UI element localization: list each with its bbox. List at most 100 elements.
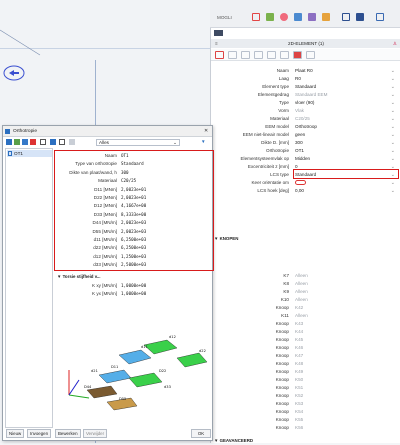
highlight-icon[interactable] — [293, 51, 302, 59]
property-value[interactable]: Vlak — [295, 107, 304, 115]
section-torsie[interactable]: ▼ Torsie stijfheid v... — [57, 273, 100, 281]
panel-icon[interactable] — [342, 13, 350, 21]
knoop-value[interactable]: Alleen — [295, 296, 308, 304]
property-value[interactable]: C20/25 — [295, 115, 310, 123]
knoop-value[interactable]: Alleen — [295, 288, 308, 296]
knoop-row[interactable]: Knoop K48 — [211, 360, 400, 368]
undo-icon[interactable] — [40, 139, 46, 145]
property-value[interactable]: Plaat R0 — [295, 67, 313, 75]
chevron-down-icon[interactable]: ⌄ — [391, 107, 395, 115]
display-icon[interactable] — [308, 13, 316, 21]
ok-button[interactable]: OK — [191, 429, 211, 438]
property-row[interactable]: Element type Standaard ⌄ — [211, 83, 400, 91]
property-row[interactable]: Elementgedrag Standaard EEM ⌄ — [211, 91, 400, 99]
property-row[interactable]: Laag R0 ⌄ — [211, 75, 400, 83]
property-value[interactable]: Midden — [295, 155, 310, 163]
chevron-down-icon[interactable]: ⌄ — [391, 155, 395, 163]
property-value[interactable]: OT1 — [295, 147, 304, 155]
property-value[interactable]: Orthotroop — [295, 123, 317, 131]
knoop-row[interactable]: Knoop K42 — [211, 304, 400, 312]
panel-menu-icon[interactable] — [214, 30, 223, 36]
property-row[interactable]: Elementsysteemvlak op Midden ⌄ — [211, 155, 400, 163]
property-row[interactable]: Materiaal C20/25 ⌄ — [211, 115, 400, 123]
property-row[interactable]: Orthotropie OT1 ⌄ — [211, 147, 400, 155]
snap-icon[interactable] — [280, 13, 288, 21]
knoop-value[interactable]: K43 — [295, 320, 303, 328]
toggle-switch[interactable] — [295, 180, 306, 185]
edit-icon[interactable] — [215, 51, 224, 59]
grid-icon[interactable] — [266, 13, 274, 21]
torsie-row[interactable]: K xy [MN/m] 1,0000e+00 — [55, 282, 212, 290]
copy-item-icon[interactable] — [14, 139, 20, 145]
knoop-value[interactable]: K56 — [295, 424, 303, 432]
knoop-value[interactable]: Alleen — [295, 272, 308, 280]
delete-button[interactable]: Verwijder — [83, 429, 108, 438]
knoop-value[interactable]: K47 — [295, 352, 303, 360]
tool-icon[interactable] — [322, 13, 330, 21]
save-icon[interactable] — [50, 139, 56, 145]
torsie-value[interactable]: 1,0000e+00 — [121, 282, 146, 290]
knoop-value[interactable]: K45 — [295, 336, 303, 344]
close-icon[interactable]: ✕ — [204, 126, 208, 137]
chevron-down-icon[interactable]: ⌄ — [391, 123, 395, 131]
property-value[interactable]: 0,00 — [295, 187, 304, 195]
knoop-row[interactable]: Knoop K49 — [211, 368, 400, 376]
knoop-row[interactable]: Knoop K55 — [211, 416, 400, 424]
chevron-down-icon[interactable]: ⌄ — [391, 187, 395, 195]
person-icon[interactable]: ♙ — [393, 39, 397, 48]
edit-button[interactable]: Bewerken — [55, 429, 81, 438]
new-icon[interactable] — [6, 139, 12, 145]
chevron-down-icon[interactable]: ⌄ — [391, 131, 395, 139]
preview-icon[interactable] — [280, 51, 289, 59]
select-icon[interactable] — [241, 51, 250, 59]
delete-icon[interactable] — [30, 139, 36, 145]
section-geavanceerd[interactable]: ▼ GEAVANCEERD — [214, 437, 253, 445]
knoop-row[interactable]: Knoop K47 — [211, 352, 400, 360]
chevron-down-icon[interactable]: ⌄ — [391, 147, 395, 155]
chevron-down-icon[interactable]: ⌄ — [391, 115, 395, 123]
knoop-row[interactable]: Knoop K53 — [211, 400, 400, 408]
layer-icon[interactable] — [294, 13, 302, 21]
knoop-value[interactable]: K42 — [295, 304, 303, 312]
property-row[interactable]: Naam Plaat R0 ⌄ — [211, 67, 400, 75]
mode-label[interactable]: MOGLI — [217, 15, 232, 20]
chevron-down-icon[interactable]: ⌄ — [391, 67, 395, 75]
torsie-value[interactable]: 1,0000e+00 — [121, 290, 146, 298]
property-row[interactable]: EEM niet-lineair model geen ⌄ — [211, 131, 400, 139]
library-icon[interactable] — [69, 139, 75, 145]
property-value[interactable]: geen — [295, 131, 305, 139]
knoop-value[interactable]: K49 — [295, 368, 303, 376]
property-value[interactable]: Standaard — [295, 83, 316, 91]
insert-button[interactable]: Invoegen — [27, 429, 52, 438]
print-icon[interactable] — [59, 139, 65, 145]
knoop-value[interactable]: K54 — [295, 408, 303, 416]
chevron-down-icon[interactable]: ⌄ — [391, 83, 395, 91]
knoop-row[interactable]: Knoop K51 — [211, 384, 400, 392]
knoop-value[interactable]: K48 — [295, 360, 303, 368]
view-icon[interactable] — [252, 13, 260, 21]
knoop-value[interactable]: K50 — [295, 376, 303, 384]
knoop-value[interactable]: K44 — [295, 328, 303, 336]
knoop-value[interactable]: Alleen — [295, 280, 308, 288]
knoop-row[interactable]: K10 Alleen — [211, 296, 400, 304]
knoop-row[interactable]: Knoop K43 — [211, 320, 400, 328]
property-row[interactable]: Keer oriëntatie om ⌄ — [211, 179, 400, 187]
filter-icon[interactable] — [254, 51, 263, 59]
property-value[interactable]: Standaard EEM — [295, 91, 327, 99]
section-knopen[interactable]: ▼ KNOPEN — [214, 235, 238, 243]
property-row[interactable]: Type vloer (90) ⌄ — [211, 99, 400, 107]
chevron-down-icon[interactable]: ⌄ — [391, 99, 395, 107]
export-icon[interactable] — [306, 51, 315, 59]
chevron-down-icon[interactable]: ⌄ — [391, 179, 395, 187]
window-icon[interactable] — [356, 13, 364, 21]
table-icon[interactable] — [267, 51, 276, 59]
knoop-value[interactable]: K51 — [295, 384, 303, 392]
knoop-row[interactable]: Knoop K52 — [211, 392, 400, 400]
knoop-row[interactable]: Knoop K44 — [211, 328, 400, 336]
knoop-value[interactable]: K52 — [295, 392, 303, 400]
property-row[interactable]: Vorm Vlak ⌄ — [211, 107, 400, 115]
knoop-row[interactable]: Knoop K45 — [211, 336, 400, 344]
settings-icon[interactable] — [376, 13, 384, 21]
property-value[interactable]: vloer (90) — [295, 99, 314, 107]
torsie-row[interactable]: K yx [MN/m] 1,0000e+00 — [55, 290, 212, 298]
